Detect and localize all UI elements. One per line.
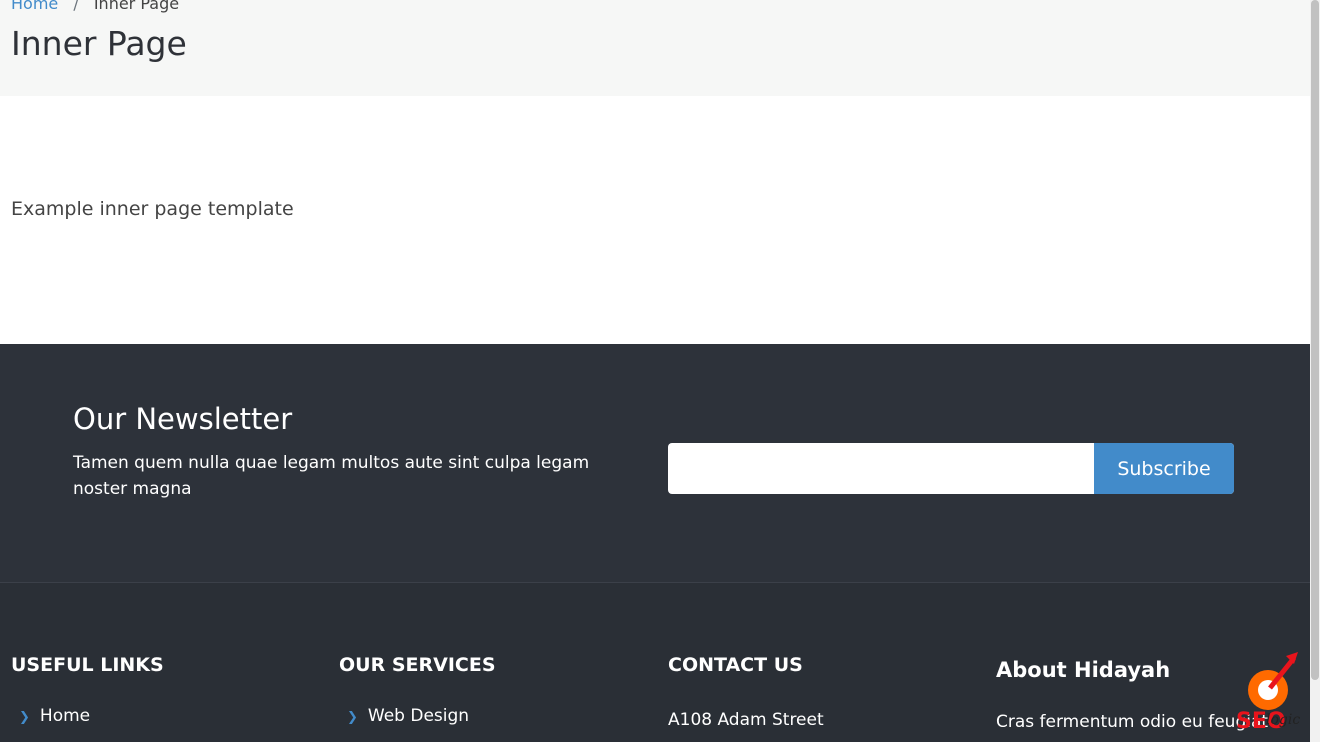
breadcrumbs-section: Home / Inner Page Inner Page [0, 0, 1310, 96]
chevron-right-icon: ❯ [347, 710, 358, 725]
footer-link-home[interactable]: ❯ Home [19, 706, 90, 726]
contact-address: A108 Adam Street [668, 710, 824, 730]
contact-column: CONTACT US A108 Adam Street [668, 654, 824, 730]
newsletter-description: Tamen quem nulla quae legam multos aute … [73, 453, 590, 499]
about-heading: About Hidayah [996, 658, 1171, 682]
newsletter-form: Subscribe [668, 443, 1234, 494]
services-heading: OUR SERVICES [339, 654, 496, 676]
scrollbar-thumb[interactable] [1311, 0, 1319, 680]
breadcrumb-home-link[interactable]: Home [11, 0, 58, 13]
page-scrollbar[interactable] [1310, 0, 1320, 742]
page: Home / Inner Page Inner Page Example inn… [0, 0, 1310, 742]
breadcrumb: Home / Inner Page [11, 0, 179, 13]
useful-links-column: USEFUL LINKS ❯ Home [11, 654, 164, 726]
newsletter-section: Our Newsletter Tamen quem nulla quae leg… [0, 344, 1310, 583]
subscribe-button[interactable]: Subscribe [1094, 443, 1234, 494]
useful-links-heading: USEFUL LINKS [11, 654, 164, 676]
breadcrumb-separator: / [73, 0, 79, 13]
page-body-text: Example inner page template [11, 198, 294, 220]
footer: Our Newsletter Tamen quem nulla quae leg… [0, 344, 1310, 742]
chevron-right-icon: ❯ [19, 710, 30, 725]
newsletter-email-input[interactable] [668, 443, 1088, 494]
page-title: Inner Page [11, 24, 187, 63]
about-text: Cras fermentum odio eu feugiat [996, 712, 1269, 732]
contact-heading: CONTACT US [668, 654, 803, 676]
services-column: OUR SERVICES ❯ Web Design [339, 654, 496, 726]
breadcrumb-current: Inner Page [93, 0, 180, 13]
footer-link-web-design[interactable]: ❯ Web Design [347, 706, 469, 726]
footer-link-label: Web Design [367, 706, 470, 726]
newsletter-title: Our Newsletter [73, 402, 293, 436]
badge-text: logic [1266, 712, 1301, 728]
footer-link-label: Home [39, 706, 91, 726]
